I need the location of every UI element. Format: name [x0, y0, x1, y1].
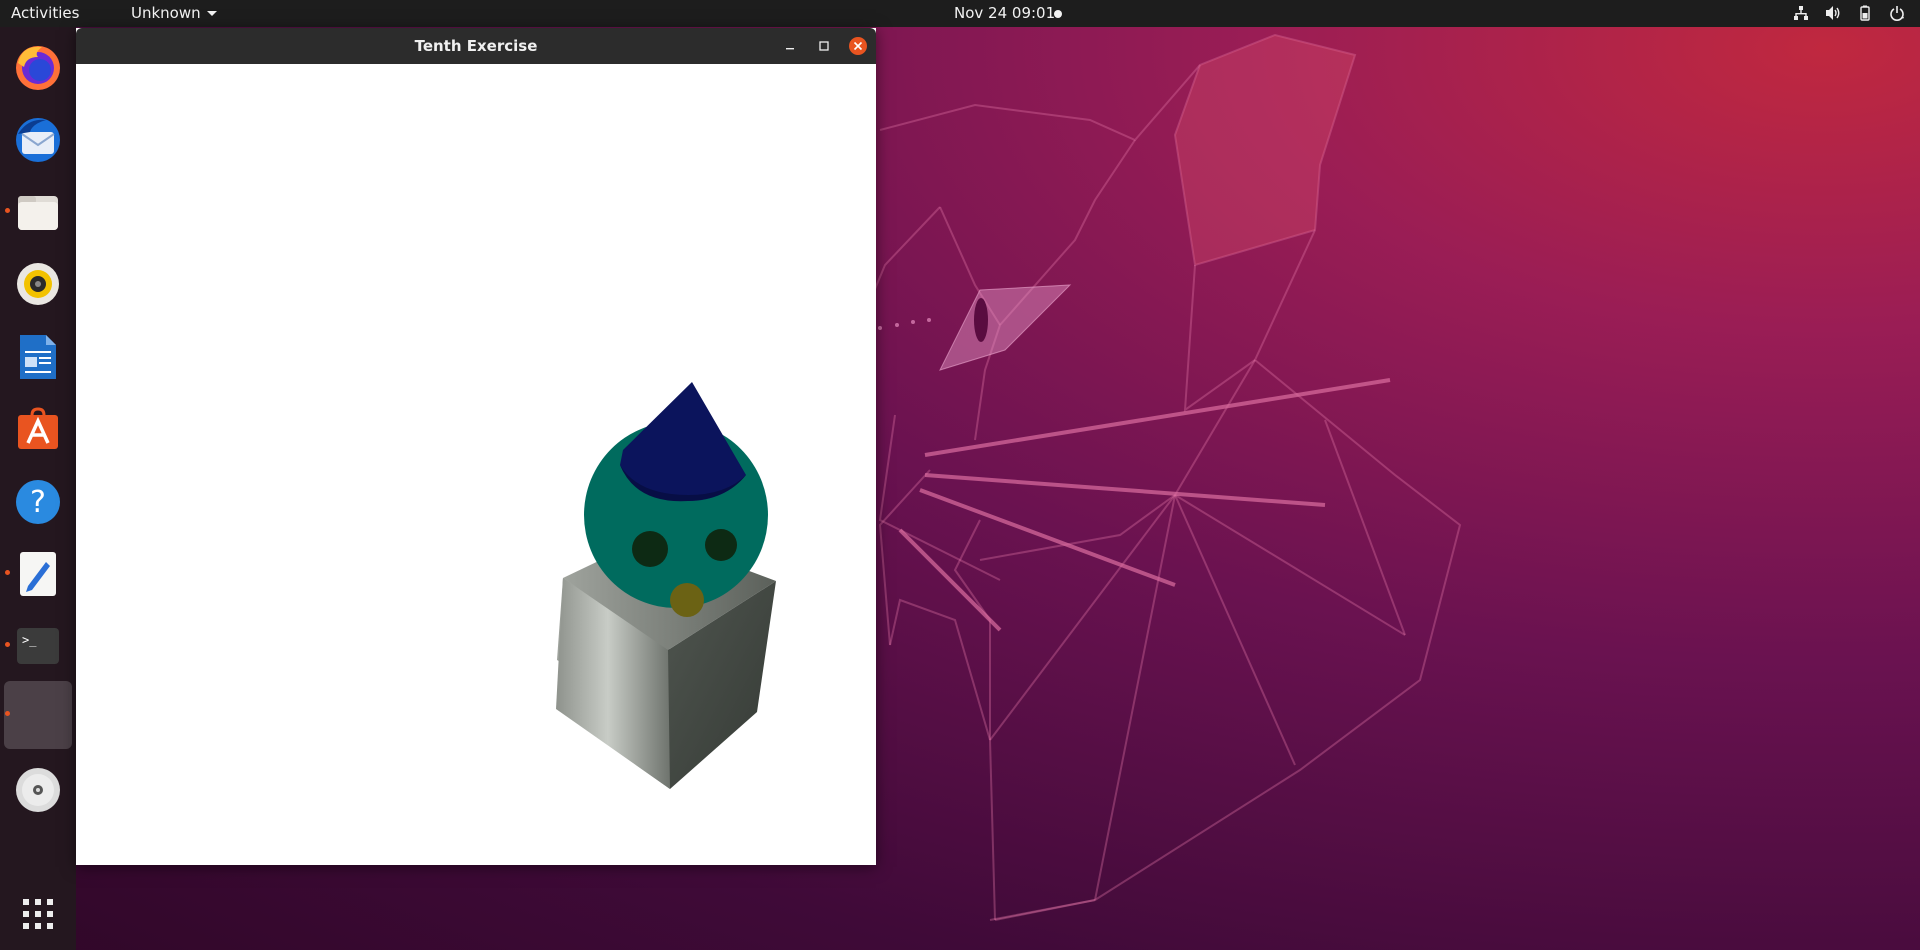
- close-button[interactable]: [848, 36, 868, 56]
- top-bar: Activities Unknown Nov 24 09:01: [0, 0, 1920, 27]
- files-icon: [18, 196, 58, 230]
- show-applications-icon: [23, 899, 53, 929]
- running-indicator: [5, 570, 10, 575]
- dock-item-software[interactable]: [4, 395, 72, 463]
- blank-app-icon: [14, 691, 62, 739]
- chevron-down-icon: [206, 11, 217, 16]
- network-icon[interactable]: [1792, 4, 1810, 22]
- app-window: Tenth Exercise: [76, 28, 876, 865]
- dock-item-firefox[interactable]: [4, 33, 72, 101]
- software-center-icon: [18, 407, 58, 449]
- show-applications-button[interactable]: [4, 880, 72, 948]
- rhythmbox-icon: [17, 263, 59, 305]
- notification-dot-icon: [1054, 10, 1062, 18]
- running-indicator: [5, 208, 10, 213]
- dock-item-terminal[interactable]: >_: [4, 612, 72, 680]
- right-eye: [705, 529, 737, 561]
- dock-item-rhythmbox[interactable]: [4, 250, 72, 318]
- running-indicator: [5, 711, 10, 716]
- dock-item-text-editor[interactable]: [4, 540, 72, 608]
- help-icon: ?: [16, 480, 60, 524]
- writer-icon: [20, 335, 56, 379]
- dock-item-files[interactable]: [4, 178, 72, 246]
- svg-text:?: ?: [30, 485, 46, 520]
- dock-item-opengl-app[interactable]: [4, 681, 72, 749]
- scene-render: [556, 382, 776, 789]
- minimize-button[interactable]: [780, 36, 800, 56]
- maximize-button[interactable]: [814, 36, 834, 56]
- dock-item-thunderbird[interactable]: [4, 106, 72, 174]
- activities-button[interactable]: Activities: [11, 4, 79, 22]
- close-icon: [849, 37, 867, 55]
- firefox-icon: [16, 46, 60, 90]
- nose: [670, 583, 704, 617]
- terminal-icon: >_: [17, 628, 59, 664]
- running-indicator: [5, 642, 10, 647]
- dock: ? >_: [0, 27, 76, 950]
- dock-item-help[interactable]: ?: [4, 468, 72, 536]
- app-menu[interactable]: Unknown: [131, 4, 217, 22]
- maximize-icon: [819, 41, 829, 51]
- dock-item-dvd[interactable]: [4, 756, 72, 824]
- svg-text:>_: >_: [22, 633, 37, 647]
- app-menu-label: Unknown: [131, 4, 201, 22]
- disc-icon: [16, 768, 60, 812]
- left-eye: [632, 531, 668, 567]
- text-editor-icon: [20, 552, 56, 596]
- thunderbird-icon: [16, 118, 60, 162]
- minimize-icon: [786, 48, 794, 50]
- power-icon[interactable]: [1888, 4, 1906, 22]
- battery-icon[interactable]: [1856, 4, 1874, 22]
- window-title: Tenth Exercise: [414, 37, 538, 55]
- system-tray[interactable]: [1792, 4, 1906, 22]
- opengl-canvas[interactable]: [76, 64, 876, 865]
- volume-icon[interactable]: [1824, 4, 1842, 22]
- dock-item-writer[interactable]: [4, 323, 72, 391]
- clock[interactable]: Nov 24 09:01: [954, 4, 1055, 22]
- window-titlebar[interactable]: Tenth Exercise: [76, 28, 876, 64]
